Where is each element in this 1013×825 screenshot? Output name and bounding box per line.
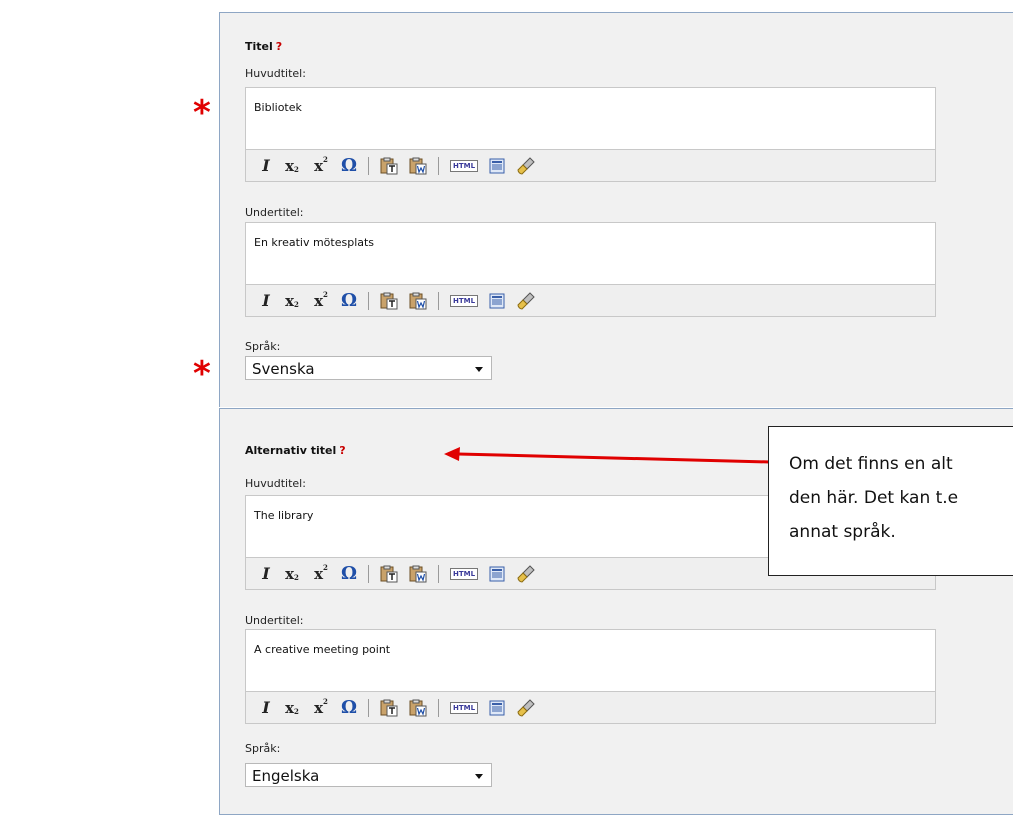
title-panel: Titel? Huvudtitel: Bibliotek I x2 x2 Ω H… [219,12,1013,407]
html-source-icon[interactable]: HTML [450,294,479,307]
help-icon[interactable]: ? [276,40,282,53]
language-label: Språk: [245,742,281,755]
paste-word-icon[interactable] [409,564,427,584]
subscript-icon[interactable]: x2 [283,698,301,718]
toolbar-separator [438,291,439,310]
clean-format-icon[interactable] [516,564,536,584]
toolbar-separator [368,291,369,310]
toolbar-separator [368,564,369,583]
callout-line-3: annat språk. [789,522,896,542]
callout-line-2: den här. Det kan t.e [789,488,959,508]
paste-text-icon[interactable] [380,698,398,718]
subscript-mark: 2 [294,707,299,716]
toolbar-separator [438,156,439,175]
paste-text-icon[interactable] [380,291,398,311]
special-char-omega-icon[interactable]: Ω [341,155,357,176]
alt-language-select[interactable]: Engelska [245,763,492,787]
clean-format-icon[interactable] [516,291,536,311]
superscript-icon[interactable]: x2 [312,697,330,718]
paste-text-icon[interactable] [380,564,398,584]
main-title-editor: Bibliotek I x2 x2 Ω HTML [245,87,936,182]
annotation-callout: Om det finns en alt den här. Det kan t.e… [768,426,1013,576]
subscript-base: x [285,698,295,717]
source-view-icon[interactable] [489,564,505,584]
subscript-icon[interactable]: x2 [283,564,301,584]
subscript-base: x [285,156,295,175]
source-view-icon[interactable] [489,156,505,176]
superscript-icon[interactable]: x2 [312,290,330,311]
superscript-mark: 2 [323,697,328,706]
subtitle-editor: En kreativ mötesplats I x2 x2 Ω HTML [245,222,936,317]
section-title-text: Alternativ titel [245,444,337,457]
special-char-omega-icon[interactable]: Ω [341,290,357,311]
editor-toolbar: I x2 x2 Ω HTML [246,692,935,723]
subscript-mark: 2 [294,573,299,582]
paste-text-icon[interactable] [380,156,398,176]
subtitle-input[interactable]: En kreativ mötesplats [246,223,935,285]
italic-icon[interactable]: I [260,156,272,176]
source-view-icon[interactable] [489,291,505,311]
subtitle-label: Undertitel: [245,614,304,627]
annotation-arrow [444,447,771,464]
language-label: Språk: [245,340,281,353]
special-char-omega-icon[interactable]: Ω [341,697,357,718]
superscript-mark: 2 [323,563,328,572]
editor-toolbar: I x2 x2 Ω HTML [246,150,935,181]
language-select-value: Svenska [252,360,315,378]
alt-subtitle-input[interactable]: A creative meeting point [246,630,935,692]
section-title-alternativ: Alternativ titel? [245,444,346,457]
chevron-down-icon [475,367,483,372]
toolbar-separator [438,564,439,583]
special-char-omega-icon[interactable]: Ω [341,563,357,584]
paste-word-icon[interactable] [409,291,427,311]
main-title-input[interactable]: Bibliotek [246,88,935,150]
toolbar-separator [368,698,369,717]
html-source-icon[interactable]: HTML [450,701,479,714]
superscript-mark: 2 [323,155,328,164]
callout-line-1: Om det finns en alt [789,454,953,474]
alt-subtitle-editor: A creative meeting point I x2 x2 Ω HTML [245,629,936,724]
subscript-icon[interactable]: x2 [283,291,301,311]
toolbar-separator [368,156,369,175]
section-title-text: Titel [245,40,273,53]
paste-word-icon[interactable] [409,698,427,718]
language-select-value: Engelska [252,767,320,785]
required-asterisk-main-title: * [193,93,211,133]
italic-icon[interactable]: I [260,291,272,311]
html-source-icon[interactable]: HTML [450,567,479,580]
help-icon[interactable]: ? [339,444,345,457]
chevron-down-icon [475,774,483,779]
subscript-icon[interactable]: x2 [283,156,301,176]
toolbar-separator [438,698,439,717]
superscript-base: x [314,698,324,717]
editor-toolbar: I x2 x2 Ω HTML [246,285,935,316]
subscript-mark: 2 [294,300,299,309]
main-title-label: Huvudtitel: [245,477,306,490]
italic-icon[interactable]: I [260,564,272,584]
clean-format-icon[interactable] [516,698,536,718]
superscript-base: x [314,156,324,175]
subscript-base: x [285,564,295,583]
subscript-base: x [285,291,295,310]
superscript-icon[interactable]: x2 [312,155,330,176]
main-title-label: Huvudtitel: [245,67,306,80]
subtitle-label: Undertitel: [245,206,304,219]
source-view-icon[interactable] [489,698,505,718]
clean-format-icon[interactable] [516,156,536,176]
html-source-icon[interactable]: HTML [450,159,479,172]
subscript-mark: 2 [294,165,299,174]
language-select[interactable]: Svenska [245,356,492,380]
superscript-base: x [314,291,324,310]
superscript-base: x [314,564,324,583]
paste-word-icon[interactable] [409,156,427,176]
italic-icon[interactable]: I [260,698,272,718]
required-asterisk-language: * [193,354,211,394]
section-title-titel: Titel? [245,40,282,53]
superscript-mark: 2 [323,290,328,299]
superscript-icon[interactable]: x2 [312,563,330,584]
